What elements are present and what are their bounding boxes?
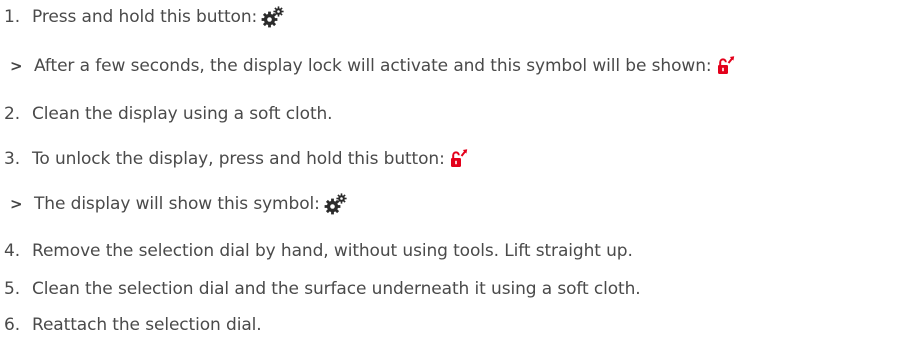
step-4: 4. Remove the selection dial by hand, wi… — [0, 234, 633, 268]
step-6: 6. Reattach the selection dial. — [0, 308, 262, 342]
step-number: 2. — [4, 104, 21, 124]
step-result-1: > After a few seconds, the display lock … — [0, 49, 736, 83]
step-number: 6. — [4, 315, 21, 335]
step-text: Clean the selection dial and the surface… — [32, 279, 641, 299]
step-3: 3. To unlock the display, press and hold… — [0, 142, 469, 176]
step-number: 4. — [4, 241, 21, 261]
step-text: Press and hold this button: — [32, 7, 258, 27]
step-text: Clean the display using a soft cloth. — [32, 104, 333, 124]
step-2: 2. Clean the display using a soft cloth. — [0, 97, 333, 131]
instruction-list: 1. Press and hold this button: > After a… — [0, 0, 910, 342]
step-text: Remove the selection dial by hand, witho… — [32, 241, 633, 261]
gear-icon — [324, 193, 348, 215]
gear-icon — [261, 6, 285, 28]
step-number: 3. — [4, 149, 21, 169]
step-text: After a few seconds, the display lock wi… — [34, 56, 712, 76]
step-number: 5. — [4, 279, 21, 299]
step-result-3: > The display will show this symbol: — [0, 187, 348, 221]
step-5: 5. Clean the selection dial and the surf… — [0, 272, 641, 306]
step-number: 1. — [4, 7, 21, 27]
result-marker: > — [10, 195, 23, 213]
step-1: 1. Press and hold this button: — [0, 0, 285, 34]
step-text: To unlock the display, press and hold th… — [32, 149, 445, 169]
lock-open-icon — [449, 148, 469, 170]
result-marker: > — [10, 57, 23, 75]
step-text: Reattach the selection dial. — [32, 315, 262, 335]
lock-open-icon — [716, 55, 736, 77]
step-text: The display will show this symbol: — [34, 194, 320, 214]
